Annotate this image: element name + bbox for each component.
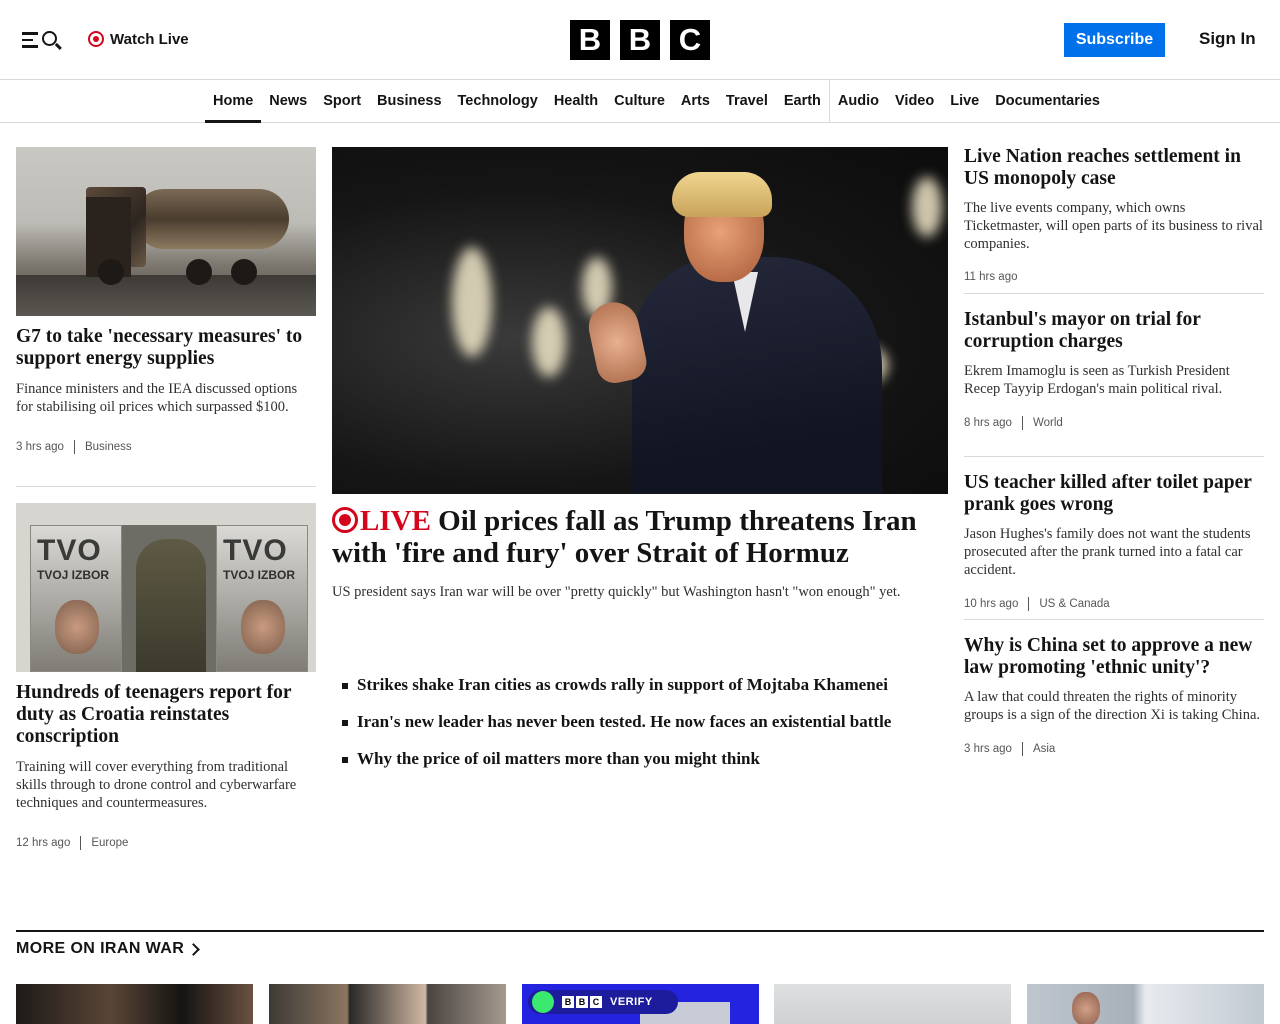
lead-summary: US president says Iran war will be over …: [332, 584, 901, 600]
banner-subtitle: TVOJ IZBOR: [223, 568, 296, 582]
section-story-thumbnail[interactable]: [269, 984, 506, 1024]
nav-item-health[interactable]: Health: [546, 80, 606, 122]
story-headline[interactable]: Istanbul's mayor on trial for corruption…: [964, 309, 1264, 353]
story-timestamp: 3 hrs ago: [16, 441, 64, 453]
live-label: LIVE: [332, 505, 431, 537]
section-title-link[interactable]: MORE ON IRAN WAR: [16, 940, 201, 958]
story-topic-tag[interactable]: Business: [73, 440, 132, 454]
story-timestamp: 10 hrs ago: [964, 598, 1019, 610]
story-card: G7 to take 'necessary measures' to suppo…: [16, 326, 316, 454]
story-headline[interactable]: Hundreds of teenagers report for duty as…: [16, 682, 316, 748]
story-timestamp: 12 hrs ago: [16, 837, 71, 849]
nav-item-video[interactable]: Video: [887, 80, 942, 122]
story-topic-tag[interactable]: World: [1021, 416, 1063, 430]
divider: [16, 486, 316, 487]
nav-item-home[interactable]: Home: [205, 80, 262, 123]
story-image-burnt-truck[interactable]: [16, 147, 316, 316]
nav-item-technology[interactable]: Technology: [450, 80, 546, 122]
story-summary: Training will cover everything from trad…: [16, 759, 297, 811]
lead-story: LIVE Oil prices fall as Trump threatens …: [332, 505, 948, 601]
section-story-thumbnail[interactable]: [16, 984, 253, 1024]
story-image-croatia-conscription[interactable]: TVO TVOJ IZBOR TVO TVOJ IZBOR: [16, 503, 316, 672]
story-meta: 10 hrs ago US & Canada: [964, 597, 1264, 611]
main-nav: Home News Sport Business Technology Heal…: [0, 80, 1280, 123]
story-timestamp: 11 hrs ago: [964, 271, 1018, 283]
nav-item-business[interactable]: Business: [369, 80, 449, 122]
related-links: Strikes shake Iran cities as crowds rall…: [340, 675, 940, 786]
section-rule: [16, 930, 1264, 932]
story-card: Live Nation reaches settlement in US mon…: [964, 146, 1264, 283]
story-headline[interactable]: Live Nation reaches settlement in US mon…: [964, 146, 1264, 190]
story-card: Why is China set to approve a new law pr…: [964, 635, 1264, 756]
story-summary: Finance ministers and the IEA discussed …: [16, 381, 298, 415]
divider: [964, 456, 1264, 457]
live-icon: [332, 507, 358, 533]
story-summary: The live events company, which owns Tick…: [964, 200, 1263, 252]
sign-in-link[interactable]: Sign In: [1199, 29, 1256, 49]
story-summary: Jason Hughes's family does not want the …: [964, 526, 1251, 578]
logo-letter: B: [570, 20, 610, 60]
nav-item-audio[interactable]: Audio: [828, 80, 887, 122]
story-meta: 11 hrs ago: [964, 271, 1264, 283]
search-icon: [42, 31, 57, 46]
bbc-logo[interactable]: B B C: [570, 20, 710, 60]
related-link[interactable]: Why the price of oil matters more than y…: [340, 749, 940, 769]
story-summary: Ekrem Imamoglu is seen as Turkish Presid…: [964, 363, 1230, 397]
nav-item-sport[interactable]: Sport: [315, 80, 369, 122]
chevron-right-icon: [187, 942, 201, 956]
story-topic-tag[interactable]: US & Canada: [1028, 597, 1110, 611]
nav-item-travel[interactable]: Travel: [718, 80, 776, 122]
lead-story-image[interactable]: [332, 147, 948, 494]
logo-letter: B: [620, 20, 660, 60]
story-topic-tag[interactable]: Europe: [80, 836, 128, 850]
lead-headline[interactable]: LIVE Oil prices fall as Trump threatens …: [332, 505, 948, 569]
subscribe-button[interactable]: Subscribe: [1064, 23, 1165, 57]
section-story-thumbnail[interactable]: B B C VERIFY: [522, 984, 759, 1024]
bbc-verify-logo: B B C VERIFY: [528, 990, 678, 1014]
story-headline[interactable]: Why is China set to approve a new law pr…: [964, 635, 1264, 679]
nav-item-earth[interactable]: Earth: [776, 80, 829, 122]
story-timestamp: 3 hrs ago: [964, 743, 1012, 755]
banner-title: TVO: [37, 534, 102, 567]
related-link[interactable]: Strikes shake Iran cities as crowds rall…: [340, 675, 940, 695]
site-header: Watch Live B B C Subscribe Sign In: [0, 0, 1280, 80]
story-meta: 3 hrs ago Asia: [964, 742, 1264, 756]
story-card: Istanbul's mayor on trial for corruption…: [964, 309, 1264, 430]
nav-item-live[interactable]: Live: [942, 80, 987, 122]
divider: [964, 293, 1264, 294]
watch-live-link[interactable]: Watch Live: [88, 29, 189, 49]
banner-title: TVO: [223, 534, 288, 567]
story-meta: 8 hrs ago World: [964, 416, 1264, 430]
story-headline[interactable]: US teacher killed after toilet paper pra…: [964, 472, 1264, 516]
banner-subtitle: TVOJ IZBOR: [37, 568, 110, 582]
related-link[interactable]: Iran's new leader has never been tested.…: [340, 712, 940, 732]
story-card: US teacher killed after toilet paper pra…: [964, 472, 1264, 611]
section-story-thumbnail[interactable]: [774, 984, 1011, 1024]
section-title: MORE ON IRAN WAR: [16, 940, 185, 957]
section-story-thumbnail[interactable]: [1027, 984, 1264, 1024]
watch-live-label: Watch Live: [110, 30, 189, 48]
logo-letter: C: [670, 20, 710, 60]
menu-search-button[interactable]: [22, 28, 62, 52]
story-timestamp: 8 hrs ago: [964, 417, 1012, 429]
verify-label: VERIFY: [610, 996, 653, 1008]
story-summary: A law that could threaten the rights of …: [964, 689, 1261, 723]
divider: [964, 619, 1264, 620]
nav-item-documentaries[interactable]: Documentaries: [987, 80, 1108, 122]
live-dot-icon: [88, 31, 104, 47]
story-topic-tag[interactable]: Asia: [1021, 742, 1055, 756]
story-headline[interactable]: G7 to take 'necessary measures' to suppo…: [16, 326, 316, 370]
story-meta: 3 hrs ago Business: [16, 440, 316, 454]
menu-icon: [22, 32, 38, 52]
nav-item-news[interactable]: News: [261, 80, 315, 122]
story-meta: 12 hrs ago Europe: [16, 836, 316, 850]
story-card: Hundreds of teenagers report for duty as…: [16, 682, 316, 850]
nav-item-arts[interactable]: Arts: [673, 80, 718, 122]
nav-item-culture[interactable]: Culture: [606, 80, 673, 122]
